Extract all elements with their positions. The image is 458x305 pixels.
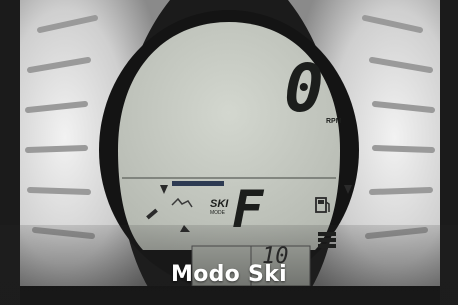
rpm-unit: RPM: [326, 118, 342, 125]
mode-label: SKI: [210, 198, 229, 210]
rpm-value: 0: [284, 50, 324, 127]
dashboard-photo: 0 RPM SKI MODE F 10 Modo Ski: [0, 0, 458, 305]
indicator-bar: [172, 181, 224, 186]
caption-text: Modo Ski: [171, 262, 287, 287]
mode-sublabel: MODE: [210, 210, 225, 216]
